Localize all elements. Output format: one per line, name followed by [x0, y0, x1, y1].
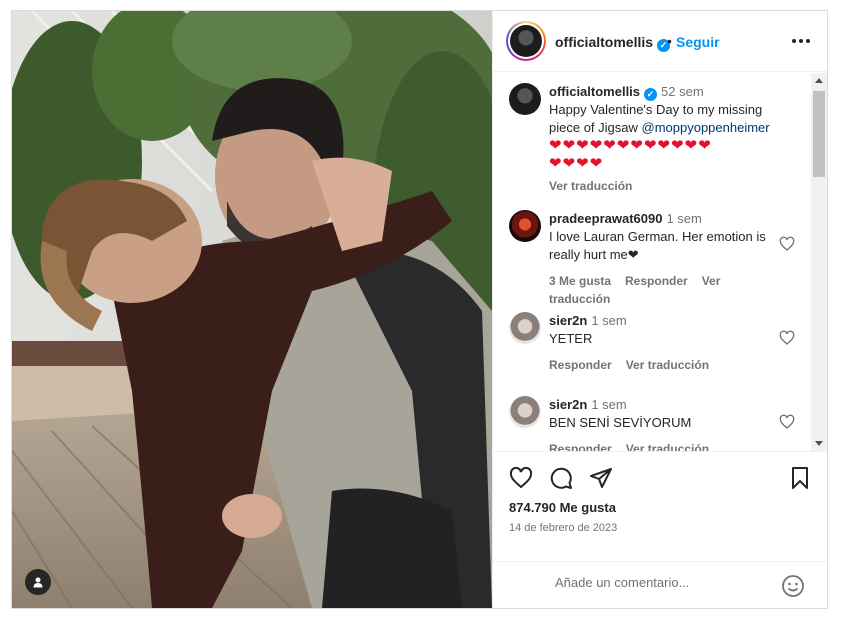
comment-avatar[interactable]: [509, 312, 541, 344]
likes-count[interactable]: 874.790 Me gusta: [509, 500, 616, 515]
comment-meta: 3 Me gusta Responder Ver traducción: [549, 272, 779, 308]
post-photo[interactable]: [12, 11, 492, 608]
caption-hearts: ❤❤❤❤❤❤❤❤❤❤❤❤ ❤❤❤❤: [549, 137, 712, 172]
comment-time[interactable]: 1 sem: [591, 397, 626, 412]
comment-text: I love Lauran German. Her emotion is rea…: [549, 229, 766, 262]
comment-text: YETER: [549, 331, 593, 346]
scroll-up-arrow[interactable]: [815, 78, 823, 83]
scroll-down-arrow[interactable]: [815, 441, 823, 446]
header-username[interactable]: officialtomellis ✓: [555, 34, 671, 52]
avatar[interactable]: [506, 21, 546, 61]
heart-icon[interactable]: [509, 466, 533, 490]
verified-icon: ✓: [644, 88, 658, 101]
caption-username[interactable]: officialtomellis ✓: [549, 84, 658, 101]
mention-link[interactable]: @moppyoppenheimer: [642, 120, 770, 135]
comment-icon[interactable]: [549, 466, 573, 490]
comment-avatar[interactable]: [509, 396, 541, 428]
comments-scrollbar[interactable]: [811, 73, 827, 451]
separator-dot: •: [667, 33, 672, 49]
comment-input[interactable]: [553, 574, 767, 591]
comment-avatar[interactable]: [509, 210, 541, 242]
comment-time[interactable]: 1 sem: [591, 313, 626, 328]
comment-username[interactable]: sier2n: [549, 397, 587, 412]
comment-heart-icon[interactable]: [779, 236, 795, 252]
emoji-icon[interactable]: [781, 574, 805, 598]
comment-username[interactable]: sier2n: [549, 313, 587, 328]
comment-heart-icon[interactable]: [779, 330, 795, 346]
translate-button[interactable]: Ver traducción: [626, 442, 709, 451]
reply-button[interactable]: Responder: [549, 358, 612, 372]
comment-meta: Responder Ver traducción: [549, 356, 779, 374]
reply-button[interactable]: Responder: [625, 274, 688, 288]
comments-list[interactable]: officialtomellis ✓ 52 sem Happy Valentine'…: [493, 73, 811, 451]
comment-username[interactable]: pradeeprawat6090: [549, 211, 662, 226]
tag-user-button[interactable]: [25, 569, 51, 595]
post-sidebar: officialtomellis ✓ • Seguir officialtomel…: [492, 11, 827, 608]
comment-meta: Responder Ver traducción: [549, 440, 779, 451]
comment-text: BEN SENİ SEVİYORUM: [549, 415, 692, 430]
caption-avatar[interactable]: [509, 83, 541, 115]
scroll-thumb[interactable]: [813, 91, 825, 177]
caption-text: Happy Valentine's Day to my missing piec…: [549, 102, 770, 135]
tag-user-icon: [33, 577, 43, 588]
post-dialog: officialtomellis ✓ • Seguir officialtomel…: [11, 10, 828, 609]
translate-button[interactable]: Ver traducción: [626, 358, 709, 372]
translate-button[interactable]: Ver traducción: [549, 179, 632, 193]
comment-likes[interactable]: 3 Me gusta: [549, 274, 611, 288]
reply-button[interactable]: Responder: [549, 442, 612, 451]
comment-heart-icon[interactable]: [779, 414, 795, 430]
post-header: officialtomellis ✓ • Seguir: [493, 11, 827, 72]
comment-time[interactable]: 1 sem: [666, 211, 701, 226]
follow-button[interactable]: Seguir: [676, 34, 720, 50]
action-bar: 874.790 Me gusta 14 de febrero de 2023: [493, 451, 827, 572]
post-date[interactable]: 14 de febrero de 2023: [509, 522, 617, 534]
save-icon[interactable]: [788, 466, 812, 490]
caption-meta: Ver traducción: [549, 177, 779, 195]
more-icon[interactable]: [792, 39, 810, 43]
share-icon[interactable]: [589, 466, 613, 490]
add-comment-bar: [493, 561, 827, 609]
caption-time[interactable]: 52 sem: [661, 84, 704, 99]
